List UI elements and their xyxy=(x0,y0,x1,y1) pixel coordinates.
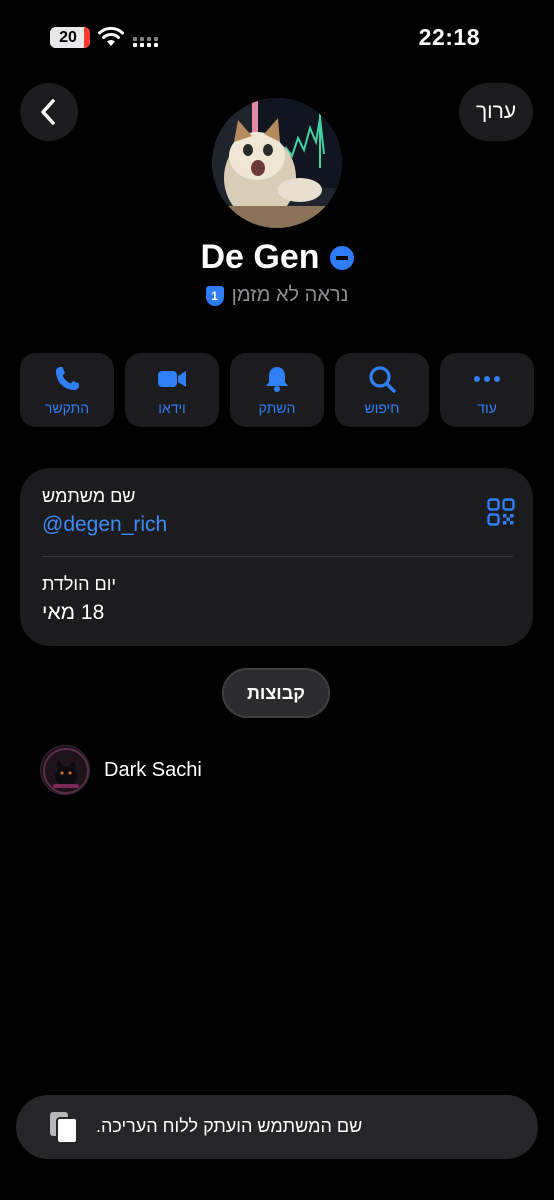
more-button[interactable]: עוד xyxy=(440,353,534,427)
wifi-icon xyxy=(98,26,124,46)
search-label: חיפוש xyxy=(364,400,400,416)
clock: 22:18 xyxy=(418,24,480,50)
search-button[interactable]: חיפוש xyxy=(335,353,429,427)
status-badge-icon xyxy=(329,245,354,270)
edit-button[interactable]: ערוך xyxy=(459,83,533,141)
avatar[interactable] xyxy=(212,98,342,228)
call-button[interactable]: התקשר xyxy=(20,353,114,427)
more-label: עוד xyxy=(477,400,497,416)
profile-name-row: De Gen xyxy=(0,238,554,277)
qr-code-icon[interactable] xyxy=(487,498,515,526)
group-avatar xyxy=(40,745,90,795)
video-label: וידאו xyxy=(158,400,186,416)
battery-tip xyxy=(84,27,90,48)
profile-photo xyxy=(212,98,342,228)
last-seen-row: 1 נראה לא מזמן xyxy=(0,284,554,307)
back-button[interactable] xyxy=(20,83,78,141)
battery-level: 20 xyxy=(50,27,86,48)
group-photo xyxy=(41,746,89,794)
divider xyxy=(42,556,513,557)
info-card: שם משתמש @degen_rich יום הולדת 18 מאי xyxy=(20,468,533,646)
video-button[interactable]: וידאו xyxy=(125,353,219,427)
cellular-signal-icon xyxy=(133,37,158,47)
shield-icon: 1 xyxy=(205,285,224,306)
toast: שם המשתמש הועתק ללוח העריכה. xyxy=(16,1095,538,1159)
list-item[interactable]: Dark Sachi xyxy=(40,745,202,795)
action-buttons: התקשר וידאו השתק חיפוש עוד xyxy=(20,353,534,427)
username-label: שם משתמש xyxy=(42,486,136,506)
group-name: Dark Sachi xyxy=(104,758,202,781)
tab-groups[interactable]: קבוצות xyxy=(222,668,330,718)
video-icon xyxy=(158,371,186,387)
copy-icon xyxy=(50,1112,78,1144)
status-bar: 20 22:18 xyxy=(0,0,554,76)
username-value[interactable]: @degen_rich xyxy=(42,513,511,537)
birthday-value: 18 מאי xyxy=(42,601,105,624)
bell-icon xyxy=(266,367,288,392)
search-icon xyxy=(369,366,396,393)
chevron-left-icon xyxy=(41,99,55,125)
call-label: התקשר xyxy=(44,400,90,416)
toast-message: שם המשתמש הועתק ללוח העריכה. xyxy=(96,1116,363,1136)
profile-name: De Gen xyxy=(200,238,320,276)
phone-icon xyxy=(56,367,79,390)
birthday-row: יום הולדת 18 מאי xyxy=(42,574,511,625)
birthday-label: יום הולדת xyxy=(42,574,117,594)
more-icon xyxy=(474,376,500,382)
mute-label: השתק xyxy=(258,400,296,416)
username-row[interactable]: שם משתמש @degen_rich xyxy=(42,486,511,537)
mute-button[interactable]: השתק xyxy=(230,353,324,427)
last-seen-text: נראה לא מזמן xyxy=(231,284,349,306)
battery-icon: 20 xyxy=(50,27,90,48)
